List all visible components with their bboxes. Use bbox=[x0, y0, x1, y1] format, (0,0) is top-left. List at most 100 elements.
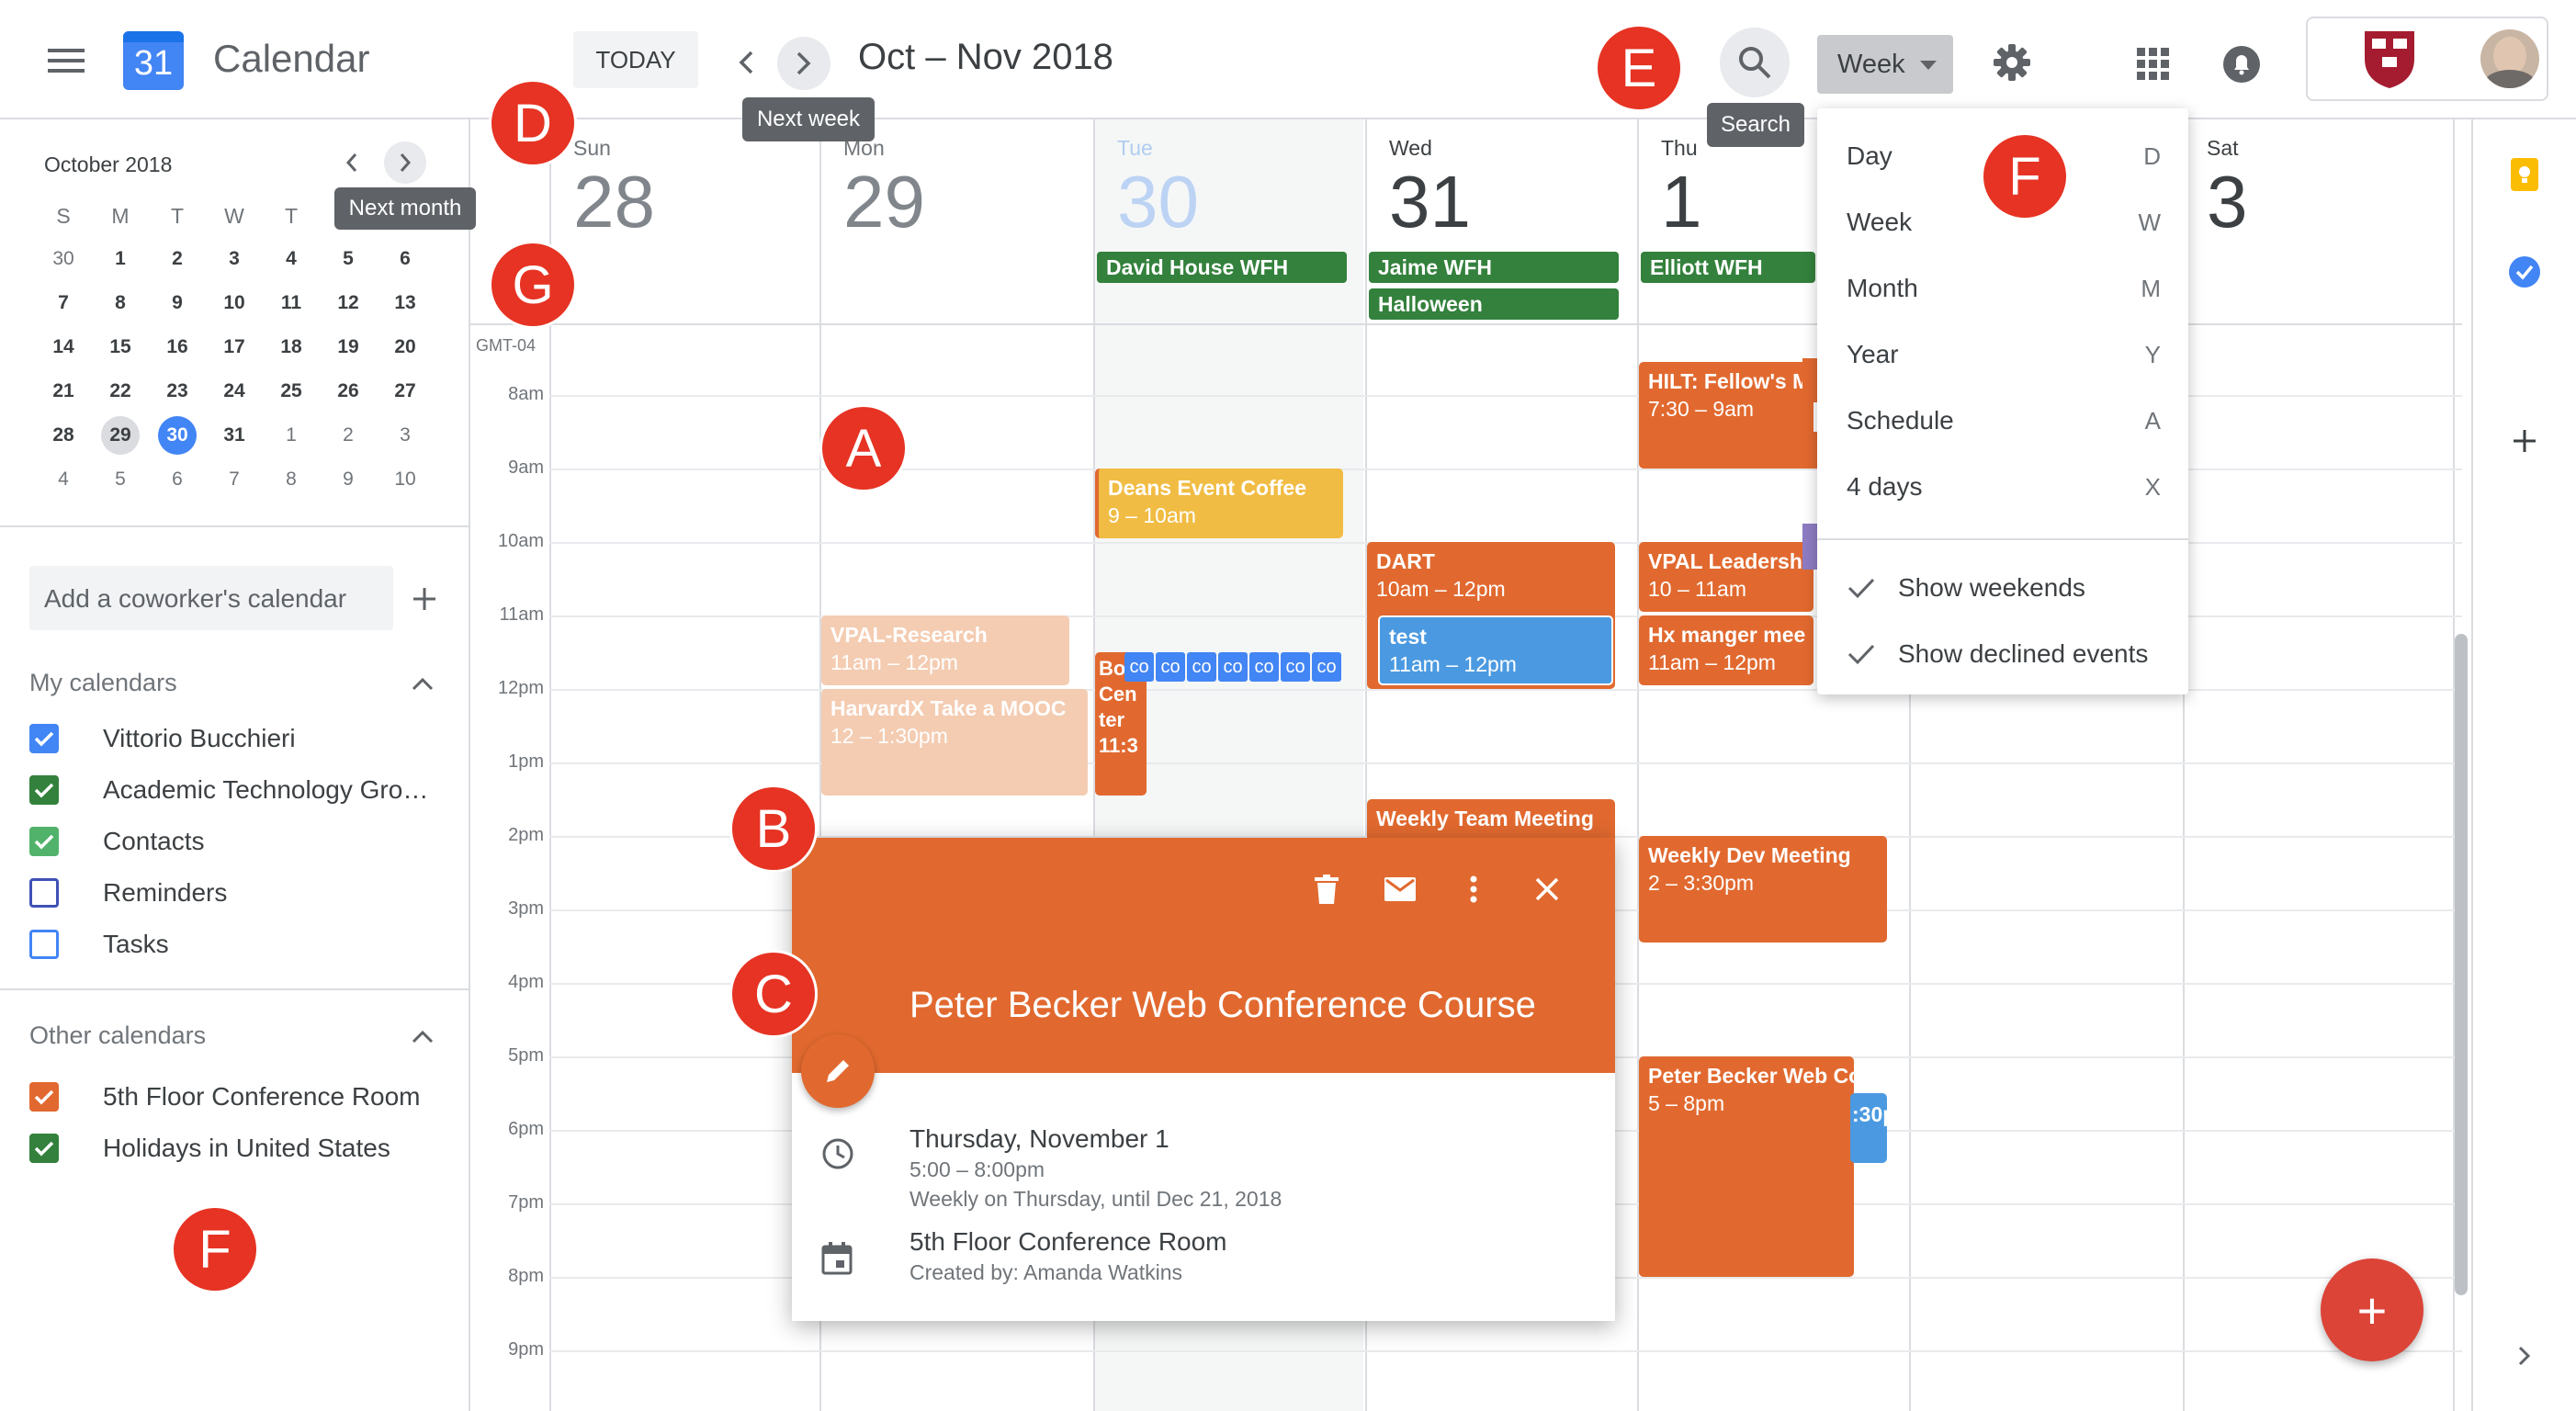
mini-calendar-day[interactable]: 4 bbox=[35, 457, 92, 502]
view-menu-item[interactable]: Year Y bbox=[1817, 322, 2188, 388]
mini-calendar-day[interactable]: 28 bbox=[35, 413, 92, 457]
calendar-checkbox[interactable] bbox=[29, 878, 59, 908]
account-area[interactable] bbox=[2306, 17, 2548, 101]
view-toggle-item[interactable]: Show weekends bbox=[1817, 555, 2188, 621]
add-calendar-button[interactable] bbox=[404, 579, 445, 619]
previous-month-button[interactable] bbox=[333, 141, 371, 184]
mini-calendar-day[interactable]: 20 bbox=[377, 325, 434, 369]
calendar-checkbox[interactable] bbox=[29, 1134, 59, 1163]
previous-week-button[interactable] bbox=[720, 37, 772, 88]
mini-calendar-day[interactable]: 6 bbox=[377, 237, 434, 281]
mini-calendar-day[interactable]: 29 bbox=[92, 413, 149, 457]
chip-event[interactable]: co bbox=[1124, 652, 1154, 682]
mini-calendar-day[interactable]: 10 bbox=[377, 457, 434, 502]
calendar-event[interactable]: Peter Becker Web Conference Course 5 – 8p… bbox=[1639, 1056, 1854, 1277]
email-guests-button[interactable] bbox=[1376, 865, 1424, 913]
chip-event[interactable]: co bbox=[1249, 652, 1279, 682]
get-addons-button[interactable] bbox=[2501, 417, 2548, 465]
view-menu-item[interactable]: Schedule A bbox=[1817, 388, 2188, 454]
calendar-event[interactable]: Deans Event Coffee 9 – 10am bbox=[1095, 468, 1343, 538]
mini-calendar-day[interactable]: 17 bbox=[206, 325, 263, 369]
mini-calendar-day[interactable]: 7 bbox=[206, 457, 263, 502]
mini-calendar-day[interactable]: 2 bbox=[149, 237, 206, 281]
mini-calendar-day[interactable]: 2 bbox=[320, 413, 377, 457]
view-selector[interactable]: Week bbox=[1817, 35, 1953, 94]
mini-calendar-day[interactable]: 14 bbox=[35, 325, 92, 369]
mini-calendar-day[interactable]: 11 bbox=[263, 281, 320, 325]
view-toggle-item[interactable]: Show declined events bbox=[1817, 621, 2188, 687]
mini-calendar-day[interactable]: 16 bbox=[149, 325, 206, 369]
mini-calendar-day[interactable]: 30 bbox=[149, 413, 206, 457]
mini-calendar-day[interactable]: 9 bbox=[149, 281, 206, 325]
day-header[interactable]: Thu 1 bbox=[1661, 136, 1702, 243]
settings-button[interactable] bbox=[1984, 35, 2039, 90]
search-button[interactable] bbox=[1720, 28, 1790, 97]
day-header[interactable]: Sat 3 bbox=[2207, 136, 2248, 243]
calendar-event[interactable]: HarvardX Take a MOOC 12 – 1:30pm bbox=[821, 689, 1088, 796]
calendar-checkbox[interactable] bbox=[29, 930, 59, 959]
chip-event[interactable]: co bbox=[1187, 652, 1216, 682]
mini-calendar-day[interactable]: 8 bbox=[92, 281, 149, 325]
mini-calendar-day[interactable]: 31 bbox=[206, 413, 263, 457]
all-day-event[interactable]: David House WFH bbox=[1097, 252, 1347, 283]
apps-button[interactable] bbox=[2130, 40, 2177, 88]
mini-calendar-day[interactable]: 8 bbox=[263, 457, 320, 502]
calendar-list-item[interactable]: Holidays in United States bbox=[0, 1123, 469, 1174]
all-day-event[interactable]: Jaime WFH bbox=[1369, 252, 1619, 283]
mini-calendar-day[interactable]: 9 bbox=[320, 457, 377, 502]
all-day-event[interactable]: Elliott WFH bbox=[1641, 252, 1815, 283]
mini-calendar-day[interactable]: 26 bbox=[320, 369, 377, 413]
chip-event[interactable]: co bbox=[1312, 652, 1341, 682]
calendar-event[interactable]: :30p bbox=[1850, 1093, 1887, 1163]
calendar-event[interactable]: VPAL-Research 11am – 12pm bbox=[821, 615, 1069, 685]
calendar-checkbox[interactable] bbox=[29, 775, 59, 805]
mini-calendar-day[interactable]: 25 bbox=[263, 369, 320, 413]
chip-event[interactable]: co bbox=[1281, 652, 1310, 682]
mini-calendar-day[interactable]: 15 bbox=[92, 325, 149, 369]
delete-event-button[interactable] bbox=[1303, 865, 1350, 913]
mini-calendar-day[interactable]: 24 bbox=[206, 369, 263, 413]
mini-calendar-day[interactable]: 21 bbox=[35, 369, 92, 413]
calendar-checkbox[interactable] bbox=[29, 724, 59, 753]
chip-event[interactable]: co bbox=[1156, 652, 1185, 682]
collapse-my-calendars-button[interactable] bbox=[404, 665, 441, 702]
day-header[interactable]: Wed 31 bbox=[1389, 136, 1471, 243]
chip-event[interactable]: co bbox=[1218, 652, 1248, 682]
mini-calendar-day[interactable]: 1 bbox=[92, 237, 149, 281]
mini-calendar-day[interactable]: 3 bbox=[206, 237, 263, 281]
close-popup-button[interactable] bbox=[1523, 865, 1571, 913]
calendar-list-item[interactable]: Reminders bbox=[0, 867, 469, 919]
calendar-checkbox[interactable] bbox=[29, 827, 59, 856]
mini-calendar-day[interactable]: 5 bbox=[92, 457, 149, 502]
notifications-button[interactable] bbox=[2216, 39, 2267, 90]
mini-calendar-day[interactable]: 30 bbox=[35, 237, 92, 281]
main-menu-button[interactable] bbox=[37, 35, 96, 86]
calendar-list-item[interactable]: Contacts bbox=[0, 816, 469, 867]
calendar-event[interactable]: Weekly Dev Meeting 2 – 3:30pm bbox=[1639, 836, 1887, 943]
avatar[interactable] bbox=[2480, 29, 2539, 88]
collapse-other-calendars-button[interactable] bbox=[404, 1018, 441, 1055]
event-sliver[interactable] bbox=[1802, 432, 1817, 468]
mini-calendar-day[interactable]: 12 bbox=[320, 281, 377, 325]
next-week-button[interactable] bbox=[777, 37, 830, 90]
calendar-list-item[interactable]: Academic Technology Grou... bbox=[0, 764, 469, 816]
mini-calendar-day[interactable]: 23 bbox=[149, 369, 206, 413]
mini-calendar-day[interactable]: 5 bbox=[320, 237, 377, 281]
mini-calendar-day[interactable]: 27 bbox=[377, 369, 434, 413]
all-day-event[interactable]: Halloween bbox=[1369, 288, 1619, 320]
event-sliver[interactable] bbox=[1802, 524, 1817, 570]
calendar-event[interactable]: test 11am – 12pm bbox=[1378, 615, 1613, 685]
mini-calendar-day[interactable]: 1 bbox=[263, 413, 320, 457]
mini-calendar-day[interactable]: 13 bbox=[377, 281, 434, 325]
day-header[interactable]: Sun 28 bbox=[573, 136, 655, 243]
mini-calendar-day[interactable]: 18 bbox=[263, 325, 320, 369]
mini-calendar-day[interactable]: 3 bbox=[377, 413, 434, 457]
calendar-list-item[interactable]: 5th Floor Conference Room bbox=[0, 1071, 469, 1123]
event-sliver[interactable] bbox=[1802, 358, 1817, 402]
calendar-list-item[interactable]: Tasks bbox=[0, 919, 469, 970]
day-header[interactable]: Mon 29 bbox=[843, 136, 925, 243]
add-coworker-field[interactable]: Add a coworker's calendar bbox=[29, 566, 393, 630]
more-options-button[interactable] bbox=[1450, 865, 1497, 913]
mini-calendar-day[interactable]: 10 bbox=[206, 281, 263, 325]
mini-calendar-day[interactable]: 4 bbox=[263, 237, 320, 281]
